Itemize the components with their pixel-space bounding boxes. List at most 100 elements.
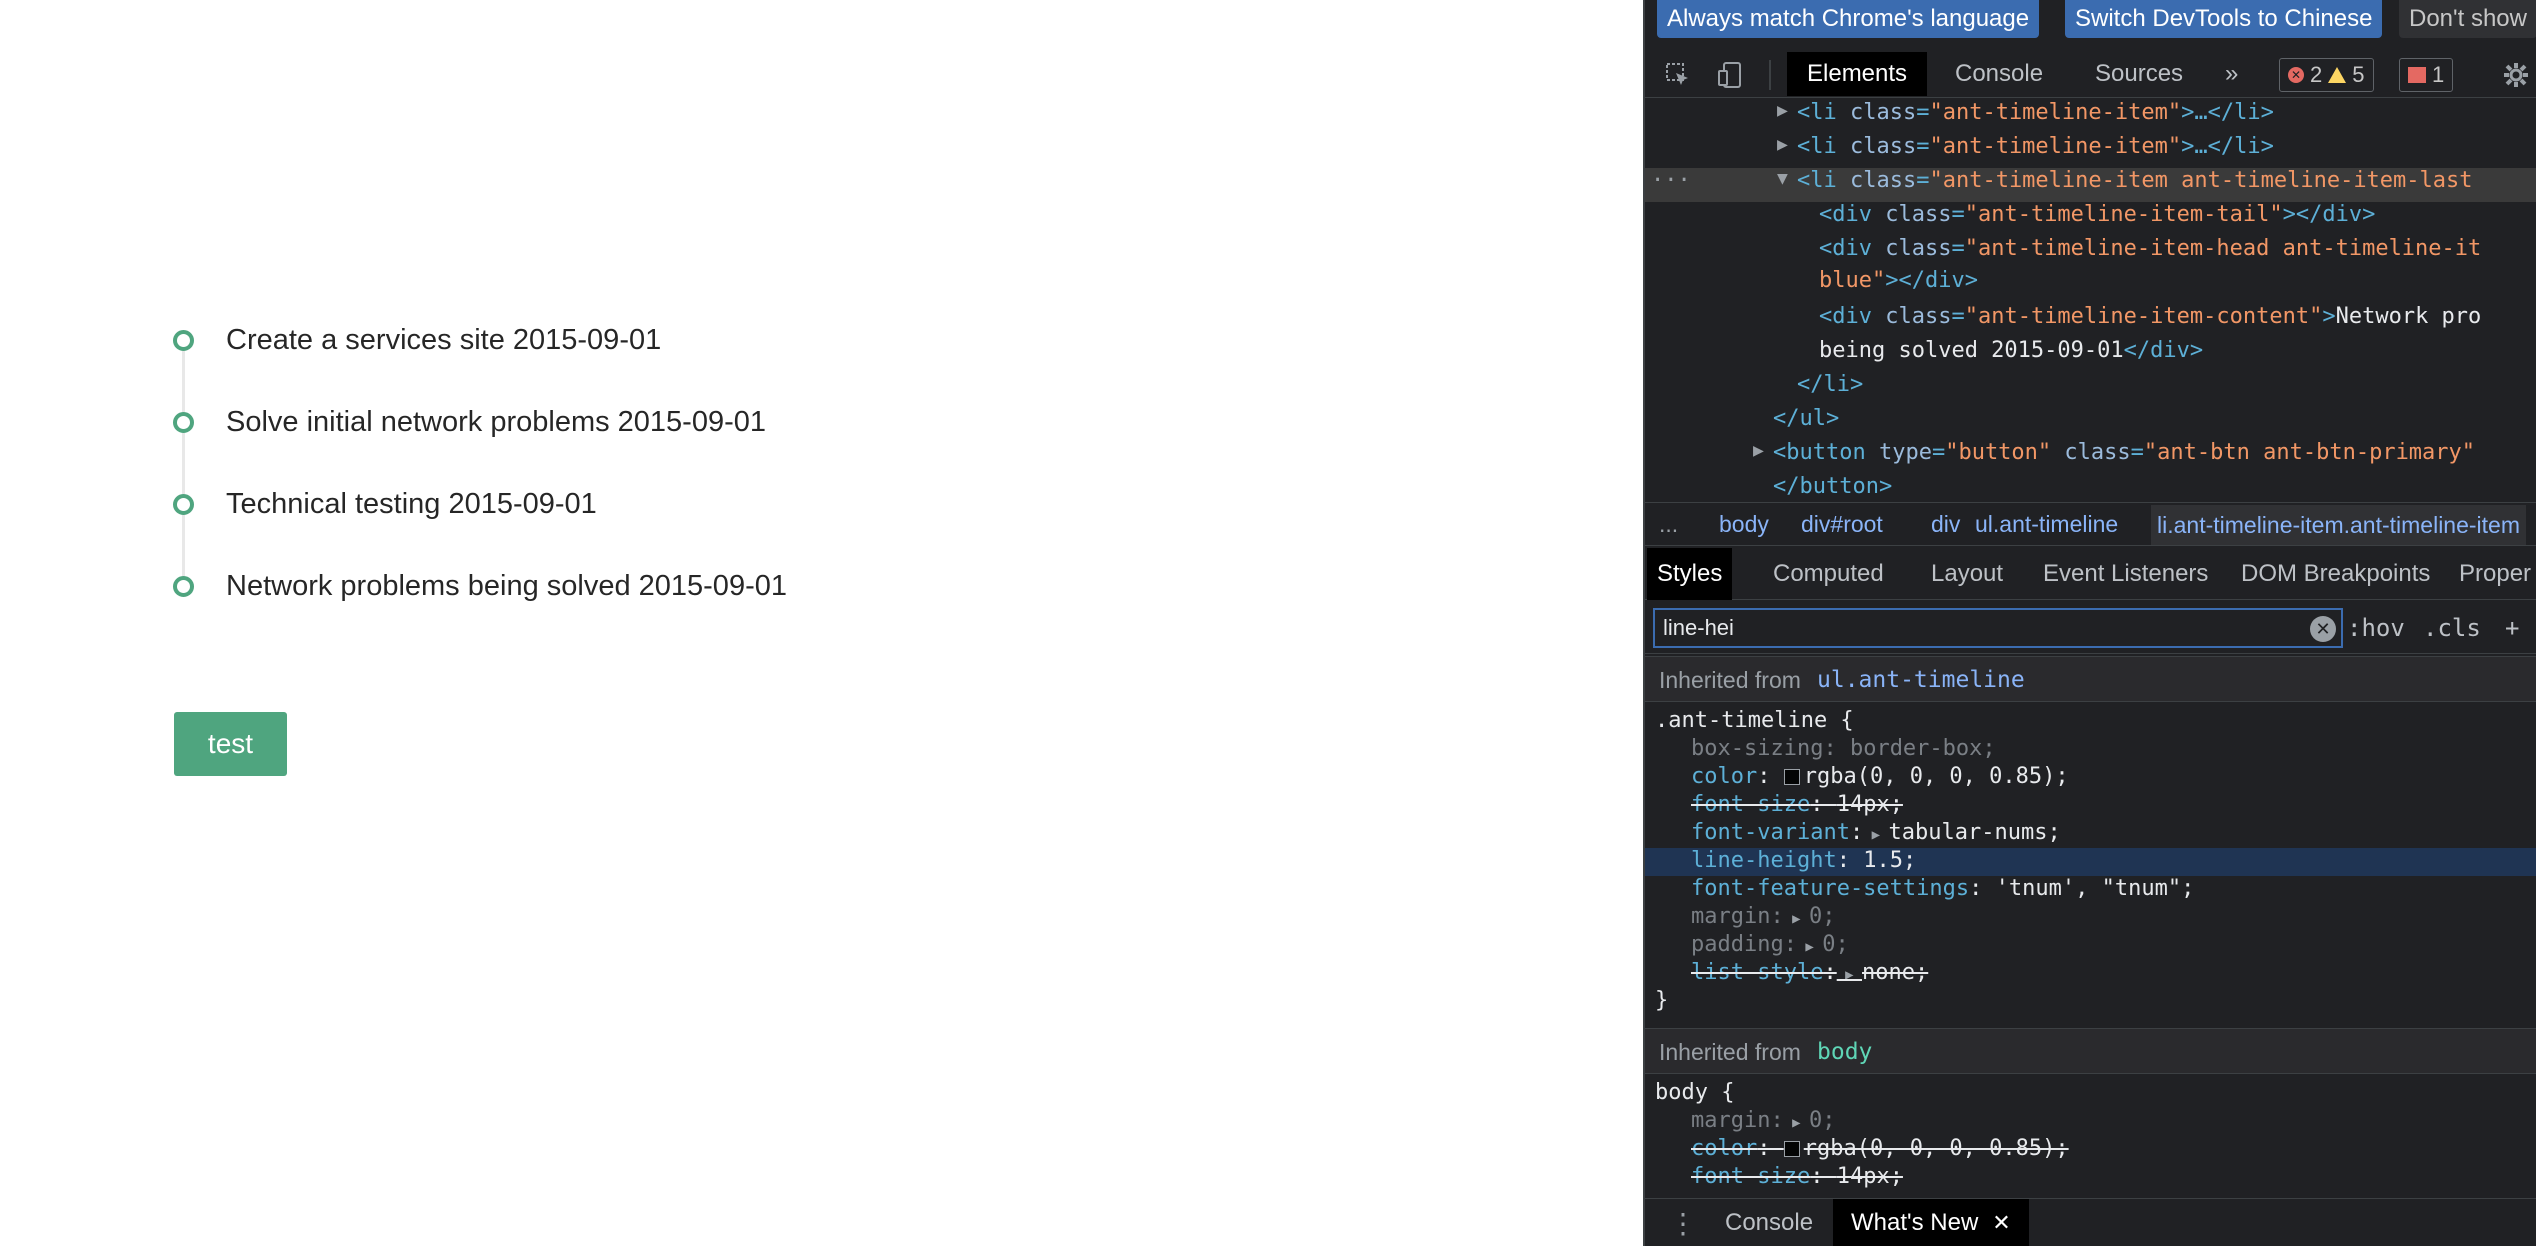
css-declaration[interactable]: list-style: ▶ none; bbox=[1645, 960, 2536, 988]
dom-tag: >…</li> bbox=[2181, 100, 2274, 125]
css-declaration[interactable]: margin: ▶ 0; bbox=[1645, 1108, 2536, 1136]
color-swatch-icon[interactable] bbox=[1783, 769, 1800, 785]
dom-attr-value: blue" bbox=[1819, 268, 1886, 293]
expand-arrow-icon[interactable]: ▶ bbox=[1753, 440, 1764, 461]
inherited-label: Inherited from bbox=[1659, 1039, 1801, 1065]
match-language-button[interactable]: Always match Chrome's language bbox=[1657, 0, 2040, 38]
expand-arrow-icon[interactable]: ▶ bbox=[1837, 967, 1862, 983]
dom-node-button-close[interactable]: </button> bbox=[1645, 474, 2536, 500]
dom-eq: = bbox=[1916, 134, 1930, 159]
timeline-item-label: Network problems being solved 2015-09-01 bbox=[226, 570, 787, 602]
css-rule-selector[interactable]: .ant-timeline { bbox=[1645, 708, 2536, 736]
css-declaration[interactable]: font-size: 14px; bbox=[1645, 1164, 2536, 1192]
inherited-selector-link[interactable]: ul.ant-timeline bbox=[1817, 667, 2025, 693]
css-declaration[interactable]: font-size: 14px; bbox=[1645, 792, 2536, 820]
css-declaration-highlighted[interactable]: line-height: 1.5; bbox=[1645, 848, 2536, 876]
tab-sources[interactable]: Sources bbox=[2075, 52, 2203, 96]
dom-tag: >…</li> bbox=[2181, 134, 2274, 159]
dont-show-button[interactable]: Don't show bbox=[2399, 0, 2536, 38]
color-swatch-icon[interactable] bbox=[1783, 1141, 1800, 1157]
dom-tree: ▶ <li class="ant-timeline-item">…</li> ▶… bbox=[1645, 100, 2536, 500]
tab-layout[interactable]: Layout bbox=[1921, 548, 2013, 600]
dom-node-div[interactable]: <div class="ant-timeline-item-content">N… bbox=[1645, 304, 2536, 338]
expand-arrow-icon[interactable]: ▶ bbox=[1784, 911, 1809, 927]
breadcrumb-item[interactable]: ul.ant-timeline bbox=[1975, 511, 2118, 538]
dom-node-li[interactable]: ▶ <li class="ant-timeline-item">…</li> bbox=[1645, 100, 2536, 134]
error-warning-counter[interactable]: ✕ 2 5 bbox=[2279, 58, 2374, 92]
dom-node-div-cont[interactable]: blue"></div> bbox=[1645, 268, 2536, 302]
dom-node-li-close[interactable]: </li> bbox=[1645, 372, 2536, 406]
breadcrumb-item[interactable]: div#root bbox=[1801, 511, 1883, 538]
dom-attr: class bbox=[1849, 100, 1917, 125]
dom-tag: <div bbox=[1819, 304, 1886, 329]
timeline-item-label: Technical testing 2015-09-01 bbox=[226, 488, 597, 520]
css-declaration[interactable]: margin: ▶ 0; bbox=[1645, 904, 2536, 932]
expand-arrow-icon[interactable]: ▶ bbox=[1777, 134, 1788, 155]
styles-filter-input[interactable] bbox=[1653, 608, 2343, 648]
dom-node-div[interactable]: <div class="ant-timeline-item-tail"></di… bbox=[1645, 202, 2536, 236]
clear-filter-icon[interactable]: ✕ bbox=[2310, 616, 2336, 642]
dom-attr-value: "ant-timeline-item-tail" bbox=[1964, 202, 2283, 227]
tab-console[interactable]: Console bbox=[1935, 52, 2063, 96]
breadcrumb-item[interactable]: div bbox=[1931, 511, 1960, 538]
device-toolbar-icon[interactable] bbox=[1715, 60, 1745, 90]
css-declaration[interactable]: font-feature-settings: 'tnum', "tnum"; bbox=[1645, 876, 2536, 904]
css-declaration[interactable]: box-sizing: border-box; bbox=[1645, 736, 2536, 764]
tab-elements[interactable]: Elements bbox=[1787, 52, 1928, 96]
timeline-tail bbox=[182, 350, 185, 582]
warning-count: 5 bbox=[2352, 62, 2365, 87]
dom-node-button[interactable]: ▶ <button type="button" class="ant-btn a… bbox=[1645, 440, 2536, 474]
drawer-menu-icon[interactable]: ⋮ bbox=[1669, 1207, 1697, 1240]
settings-gear-icon[interactable] bbox=[2501, 60, 2531, 90]
dom-tag: <li bbox=[1797, 134, 1850, 159]
dom-eq: = bbox=[1916, 168, 1930, 193]
drawer-tab-console[interactable]: Console bbox=[1707, 1199, 1831, 1246]
dom-node-li[interactable]: ▶ <li class="ant-timeline-item">…</li> bbox=[1645, 134, 2536, 168]
dom-tag: </ul> bbox=[1773, 406, 1840, 431]
dom-node-div-cont[interactable]: being solved 2015-09-01</div> bbox=[1645, 338, 2536, 372]
css-declaration[interactable]: font-variant: ▶ tabular-nums; bbox=[1645, 820, 2536, 848]
dom-node-li-selected[interactable]: ··· ▼ <li class="ant-timeline-item ant-t… bbox=[1645, 168, 2536, 202]
styles-subtabs: Styles Computed Layout Event Listeners D… bbox=[1645, 548, 2536, 600]
node-actions-ellipsis[interactable]: ··· bbox=[1651, 168, 1691, 193]
close-icon[interactable]: ✕ bbox=[1992, 1210, 2010, 1235]
css-rule-selector[interactable]: body { bbox=[1645, 1080, 2536, 1108]
switch-chinese-button[interactable]: Switch DevTools to Chinese bbox=[2065, 0, 2383, 38]
tab-computed[interactable]: Computed bbox=[1763, 548, 1894, 600]
tab-styles[interactable]: Styles bbox=[1647, 548, 1733, 600]
prop-value: border-box; bbox=[1849, 736, 1996, 761]
drawer-tab-whats-new[interactable]: What's New ✕ bbox=[1833, 1199, 2029, 1246]
collapse-arrow-icon[interactable]: ▼ bbox=[1777, 168, 1788, 189]
breadcrumb-more[interactable]: ... bbox=[1659, 511, 1678, 538]
more-tabs-button[interactable]: » bbox=[2205, 52, 2258, 96]
hov-toggle[interactable]: :hov bbox=[2347, 614, 2405, 642]
tab-properties[interactable]: Proper bbox=[2449, 548, 2536, 600]
dom-node-ul-close[interactable]: </ul> bbox=[1645, 406, 2536, 440]
inherited-selector-link[interactable]: body bbox=[1817, 1039, 1872, 1065]
expand-arrow-icon[interactable]: ▶ bbox=[1777, 100, 1788, 121]
css-declaration[interactable]: color: rgba(0, 0, 0, 0.85); bbox=[1645, 1136, 2536, 1164]
expand-arrow-icon[interactable]: ▶ bbox=[1784, 1115, 1809, 1131]
cls-toggle[interactable]: .cls bbox=[2423, 614, 2481, 642]
prop-name: color bbox=[1691, 1136, 1758, 1161]
expand-arrow-icon[interactable]: ▶ bbox=[1863, 827, 1888, 843]
test-button[interactable]: test bbox=[174, 712, 287, 776]
inspect-element-icon[interactable] bbox=[1663, 60, 1693, 90]
expand-arrow-icon[interactable]: ▶ bbox=[1797, 939, 1822, 955]
prop-value: none; bbox=[1862, 960, 1929, 985]
breadcrumb-item[interactable]: body bbox=[1719, 511, 1769, 538]
prop-name: box-sizing bbox=[1691, 736, 1824, 761]
issues-counter[interactable]: 1 bbox=[2399, 58, 2454, 92]
new-rule-button[interactable]: + bbox=[2505, 614, 2519, 642]
tab-event-listeners[interactable]: Event Listeners bbox=[2033, 548, 2218, 600]
prop-name: font-variant bbox=[1691, 820, 1850, 845]
breadcrumb-current[interactable]: li.ant-timeline-item.ant-timeline-item bbox=[2151, 505, 2526, 545]
dom-tag: <button bbox=[1773, 440, 1879, 465]
css-declaration[interactable]: padding: ▶ 0; bbox=[1645, 932, 2536, 960]
dom-eq: = bbox=[1951, 236, 1965, 261]
prop-value: 'tnum', "tnum"; bbox=[1995, 876, 2195, 901]
tab-dom-breakpoints[interactable]: DOM Breakpoints bbox=[2231, 548, 2440, 600]
styles-filter-row: ✕ :hov .cls + bbox=[1645, 602, 2536, 654]
css-declaration[interactable]: color: rgba(0, 0, 0, 0.85); bbox=[1645, 764, 2536, 792]
dom-node-div[interactable]: <div class="ant-timeline-item-head ant-t… bbox=[1645, 236, 2536, 270]
